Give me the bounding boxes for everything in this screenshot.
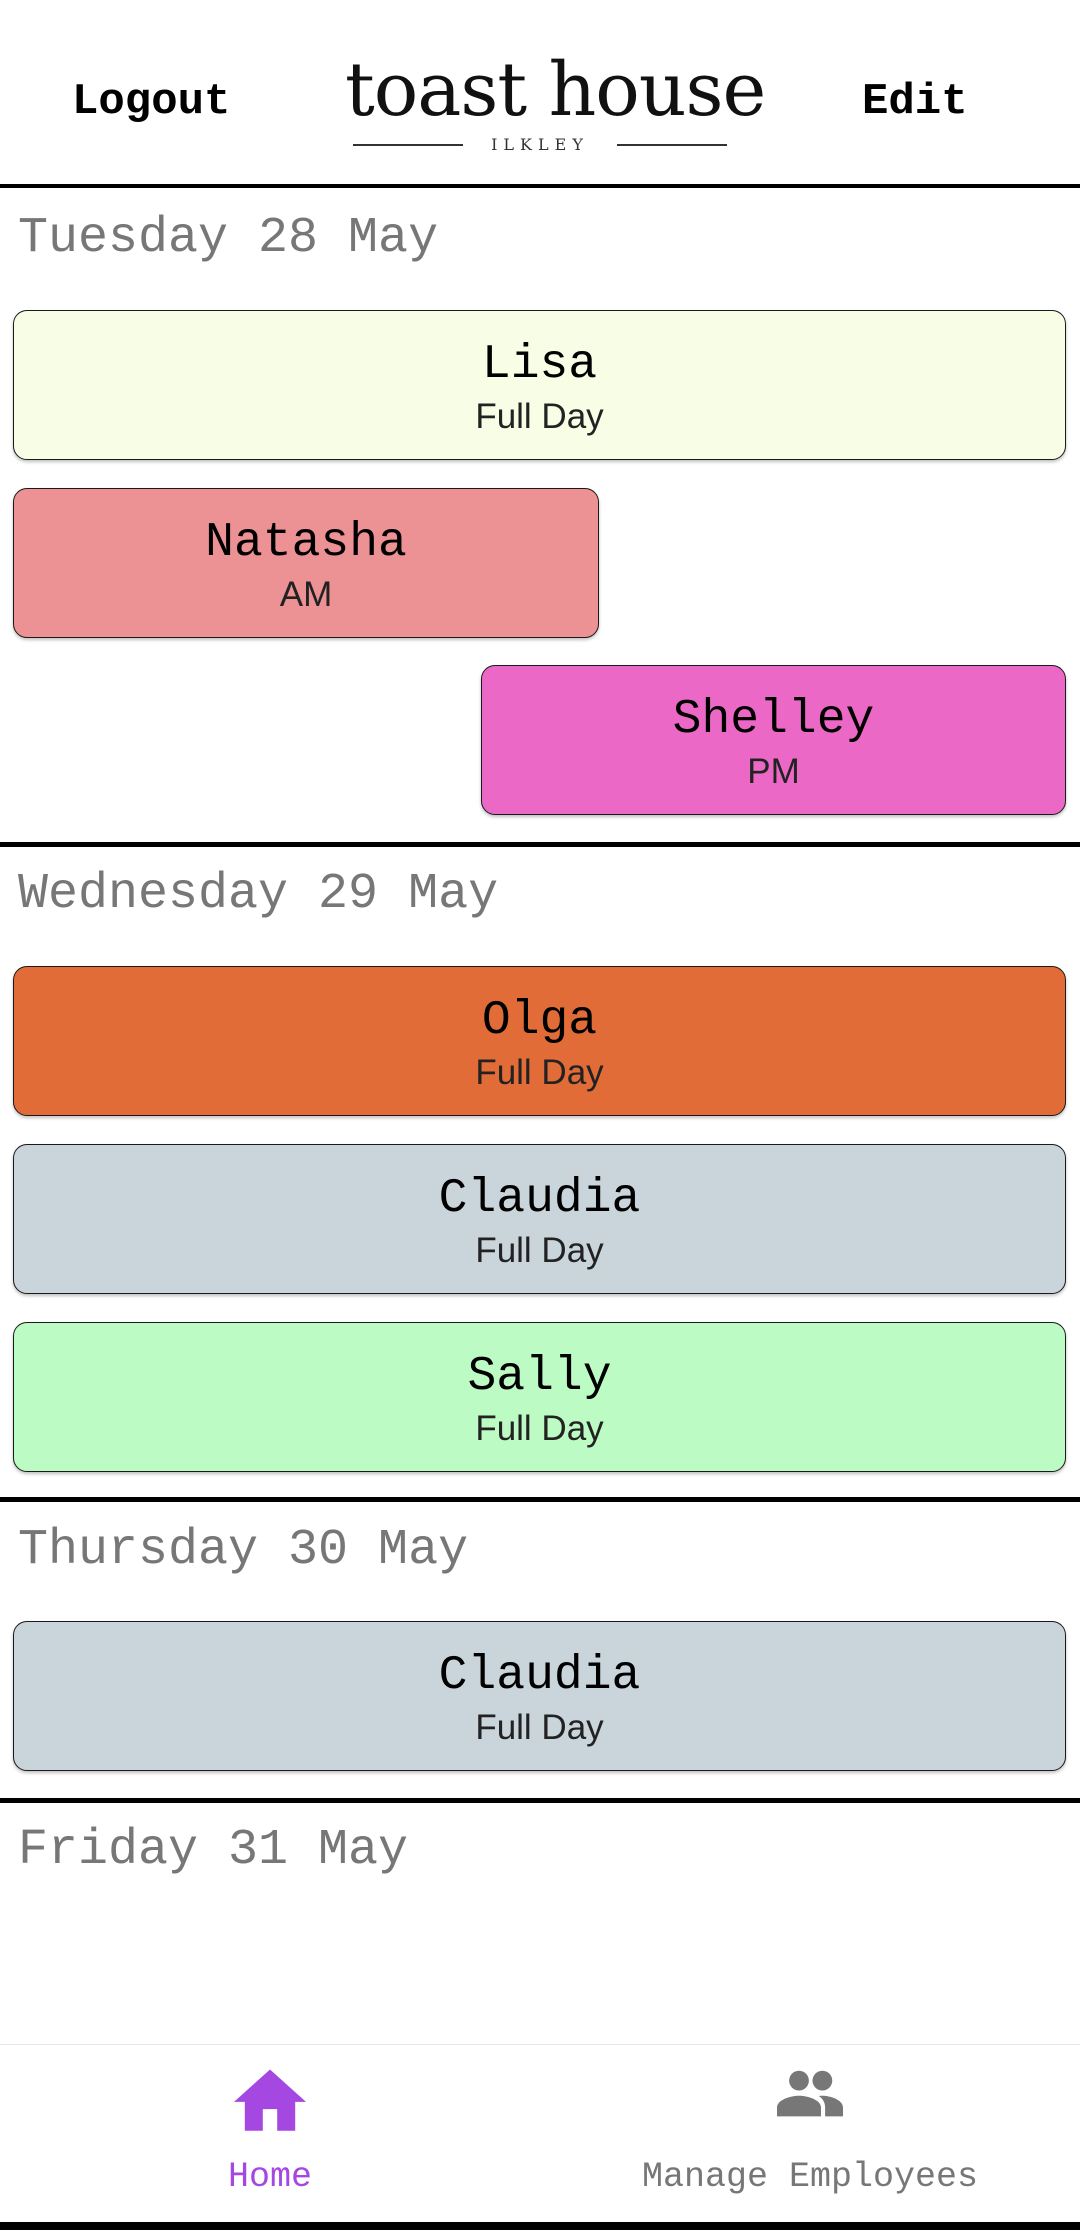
home-icon — [234, 2069, 306, 2138]
day-divider — [0, 842, 1080, 847]
people-icon — [777, 2069, 843, 2122]
shift-card[interactable]: Shelley PM — [481, 665, 1066, 815]
app-header: Logout toast house ILKLEY Edit — [0, 0, 1080, 188]
day-divider — [0, 1798, 1080, 1803]
shift-type: Full Day — [475, 1409, 604, 1448]
day-title-tuesday: Tuesday 28 May — [18, 210, 439, 267]
shift-employee-name: Sally — [467, 1350, 612, 1404]
system-bottom-bar — [0, 2222, 1080, 2230]
shift-card[interactable]: Claudia Full Day — [13, 1144, 1066, 1294]
logo-subtitle: ILKLEY — [345, 130, 735, 160]
shift-type: AM — [279, 575, 333, 614]
shift-type: Full Day — [475, 1053, 604, 1092]
day-title-wednesday: Wednesday 29 May — [18, 866, 499, 923]
logo-place: ILKLEY — [491, 135, 589, 154]
logo-rule-left — [353, 144, 463, 146]
nav-manage-employees-label: Manage Employees — [641, 2157, 979, 2197]
shift-type: Full Day — [475, 1231, 604, 1270]
shift-type: Full Day — [475, 1708, 604, 1747]
logo-rule-right — [617, 144, 727, 146]
day-title-thursday: Thursday 30 May — [18, 1522, 469, 1579]
nav-home-label: Home — [227, 2157, 312, 2197]
logout-button[interactable]: Logout — [72, 80, 230, 124]
shift-card[interactable]: Lisa Full Day — [13, 310, 1066, 460]
shift-employee-name: Lisa — [481, 338, 598, 392]
shift-card[interactable]: Olga Full Day — [13, 966, 1066, 1116]
shift-card[interactable]: Sally Full Day — [13, 1322, 1066, 1472]
edit-button[interactable]: Edit — [862, 80, 968, 124]
shift-type: PM — [747, 752, 800, 791]
toast-house-logo: toast house ILKLEY — [345, 47, 766, 160]
day-title-friday: Friday 31 May — [18, 1822, 409, 1879]
shift-employee-name: Natasha — [205, 516, 407, 570]
shift-employee-name: Olga — [481, 994, 598, 1048]
nav-manage-employees[interactable]: Manage Employees — [620, 2045, 1000, 2223]
shift-employee-name: Claudia — [438, 1649, 641, 1703]
shift-employee-name: Claudia — [438, 1172, 641, 1226]
logo-name: toast house — [345, 47, 766, 133]
day-divider — [0, 1497, 1080, 1502]
shift-type: Full Day — [475, 397, 604, 436]
shift-employee-name: Shelley — [672, 693, 875, 747]
shift-card[interactable]: Natasha AM — [13, 488, 599, 638]
shift-card[interactable]: Claudia Full Day — [13, 1621, 1066, 1771]
bottom-navigation: Home Manage Employees — [0, 2044, 1080, 2230]
nav-home[interactable]: Home — [170, 2045, 370, 2223]
